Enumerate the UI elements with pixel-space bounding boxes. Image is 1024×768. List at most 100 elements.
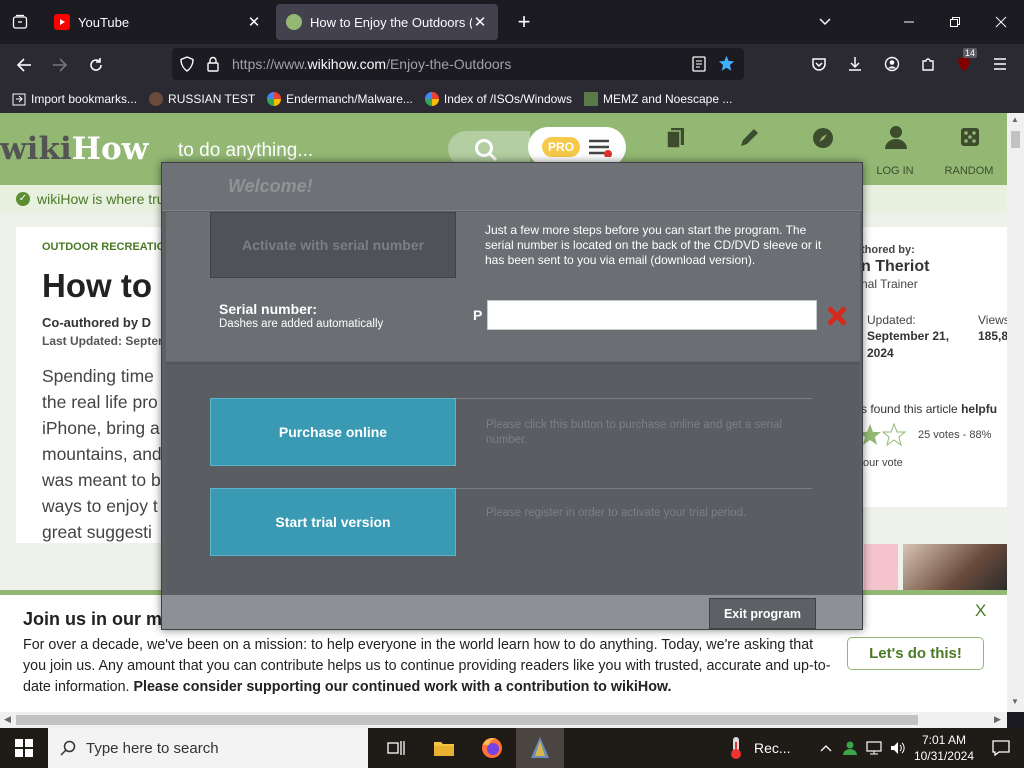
network-icon[interactable]	[866, 741, 882, 755]
activation-dialog: Welcome! Activate with serial number Jus…	[161, 162, 863, 630]
weather-widget[interactable]: Rec...	[726, 728, 791, 768]
restore-icon[interactable]	[932, 0, 978, 44]
scroll-thumb[interactable]	[1011, 131, 1020, 148]
intro-line: was meant to b	[42, 470, 161, 490]
exit-program-button[interactable]: Exit program	[709, 598, 816, 629]
scroll-thumb[interactable]	[16, 715, 918, 725]
start-trial-button[interactable]: Start trial version	[210, 488, 456, 556]
forward-icon[interactable]	[42, 47, 78, 83]
search-placeholder: Type here to search	[86, 739, 219, 757]
serial-hint: Dashes are added automatically	[219, 318, 384, 330]
bookmark-label: Index of /ISOs/Windows	[443, 92, 572, 106]
chevron-up-icon[interactable]	[820, 744, 832, 752]
nav-random[interactable]: RANDOM	[932, 113, 1006, 185]
task-view-icon[interactable]	[372, 728, 420, 768]
shield-icon[interactable]	[179, 56, 197, 72]
close-window-icon[interactable]	[978, 0, 1024, 44]
start-button[interactable]	[0, 728, 48, 768]
logo-wiki: wiki	[0, 131, 72, 167]
scroll-up-icon[interactable]: ▲	[1011, 115, 1019, 124]
ublock-icon[interactable]: 14	[946, 46, 982, 82]
scroll-right-icon[interactable]: ▶	[994, 714, 1001, 725]
address-bar[interactable]: https://www.wikihow.com/Enjoy-the-Outdoo…	[172, 48, 744, 80]
your-vote-label: our vote	[863, 457, 903, 469]
bookmark-russian-test[interactable]: RUSSIAN TEST	[149, 92, 255, 106]
bookmark-label: MEMZ and Noescape ...	[602, 92, 733, 106]
reader-view-icon[interactable]	[692, 56, 706, 75]
taskbar-search-box[interactable]: Type here to search	[48, 728, 368, 768]
intro-line: ways to enjoy t	[42, 496, 158, 516]
author-name[interactable]: n Theriot	[861, 258, 929, 276]
installer-app-icon[interactable]	[516, 728, 564, 768]
notification-badge: 14	[963, 48, 978, 58]
bookmark-memz[interactable]: MEMZ and Noescape ...	[583, 92, 733, 106]
search-icon	[474, 138, 498, 165]
list-all-tabs-icon[interactable]	[802, 0, 848, 44]
coauthored-by-label: thored by:	[861, 244, 915, 256]
vertical-scrollbar[interactable]: ▲ ▼	[1007, 113, 1024, 712]
extensions-icon[interactable]	[910, 46, 946, 82]
menu-icon[interactable]	[982, 46, 1018, 82]
pocket-icon[interactable]	[801, 46, 837, 82]
thumbnail-image[interactable]	[903, 544, 1007, 590]
pro-menu-button[interactable]: PRO	[528, 127, 626, 167]
back-icon[interactable]	[6, 47, 42, 83]
windows-taskbar: Type here to search Rec... 7:01 AM 10/31…	[0, 728, 1024, 768]
pencil-icon	[738, 127, 760, 152]
pro-badge: PRO	[542, 137, 580, 157]
url-text[interactable]: https://www.wikihow.com/Enjoy-the-Outdoo…	[232, 56, 511, 72]
rating-stars[interactable]	[858, 422, 910, 450]
bookmark-endermanch[interactable]: Endermanch/Malware...	[267, 92, 413, 106]
firefox-icon[interactable]	[468, 728, 516, 768]
close-tab-icon[interactable]: ✕	[246, 13, 262, 31]
close-banner-icon[interactable]: X	[975, 601, 986, 621]
weather-label: Rec...	[754, 740, 791, 756]
activate-serial-button[interactable]: Activate with serial number	[210, 212, 456, 278]
scroll-down-icon[interactable]: ▼	[1011, 697, 1019, 706]
account-icon[interactable]	[874, 46, 910, 82]
tab-wikihow[interactable]: How to Enjoy the Outdoors (wi ✕	[276, 4, 498, 40]
file-explorer-icon[interactable]	[420, 728, 468, 768]
tab-list-icon[interactable]	[0, 0, 40, 44]
downloads-icon[interactable]	[837, 46, 873, 82]
tab-youtube[interactable]: YouTube ✕	[44, 4, 272, 40]
views-value: 185,8	[978, 329, 1007, 343]
serial-number-input[interactable]	[487, 300, 817, 330]
author-role: nal Trainer	[861, 277, 918, 291]
trial-description: Please register in order to activate you…	[486, 507, 747, 519]
volume-icon[interactable]	[890, 741, 906, 755]
lets-do-this-button[interactable]: Let's do this!	[847, 637, 984, 670]
bookmark-import[interactable]: Import bookmarks...	[12, 92, 137, 106]
tab-title: YouTube	[78, 14, 130, 30]
minimize-icon[interactable]	[886, 0, 932, 44]
scroll-left-icon[interactable]: ◀	[4, 714, 11, 725]
bookmark-star-icon[interactable]	[718, 55, 735, 75]
intro-line: great suggesti	[42, 522, 152, 542]
reload-icon[interactable]	[78, 47, 114, 83]
notifications-icon[interactable]	[992, 740, 1010, 756]
nav-login[interactable]: LOG IN	[858, 113, 932, 185]
lock-icon[interactable]	[206, 56, 224, 72]
wikihow-logo[interactable]: wikiHow	[0, 131, 148, 167]
thermometer-icon	[726, 736, 746, 760]
thumbnail-image[interactable]	[864, 544, 898, 590]
bookmark-label: Import bookmarks...	[31, 92, 138, 106]
category-link[interactable]: OUTDOOR RECREATION	[42, 241, 173, 253]
new-tab-icon[interactable]: +	[508, 9, 540, 35]
horizontal-scrollbar[interactable]: ◀ ▶	[0, 712, 1007, 728]
clock-date: 10/31/2024	[913, 749, 974, 763]
clock[interactable]: 7:01 AM 10/31/2024	[914, 732, 974, 764]
article-sidebar: thored by: n Theriot nal Trainer Updated…	[858, 227, 1007, 507]
close-tab-icon[interactable]: ✕	[472, 13, 488, 31]
helpful-bold: helpfu	[961, 402, 998, 416]
bookmark-isos[interactable]: Index of /ISOs/Windows	[424, 92, 572, 106]
people-icon[interactable]	[842, 740, 858, 756]
tab-title: How to Enjoy the Outdoors (wi	[310, 14, 472, 30]
tagline: to do anything...	[178, 140, 314, 161]
last-updated-line: Last Updated: Septer	[42, 334, 163, 348]
purchase-online-button[interactable]: Purchase online	[210, 398, 456, 466]
wikihow-favicon-icon	[286, 14, 302, 30]
trust-text: wikiHow is where tru	[37, 191, 165, 207]
dice-icon	[960, 127, 980, 150]
clear-serial-icon[interactable]	[825, 304, 849, 328]
